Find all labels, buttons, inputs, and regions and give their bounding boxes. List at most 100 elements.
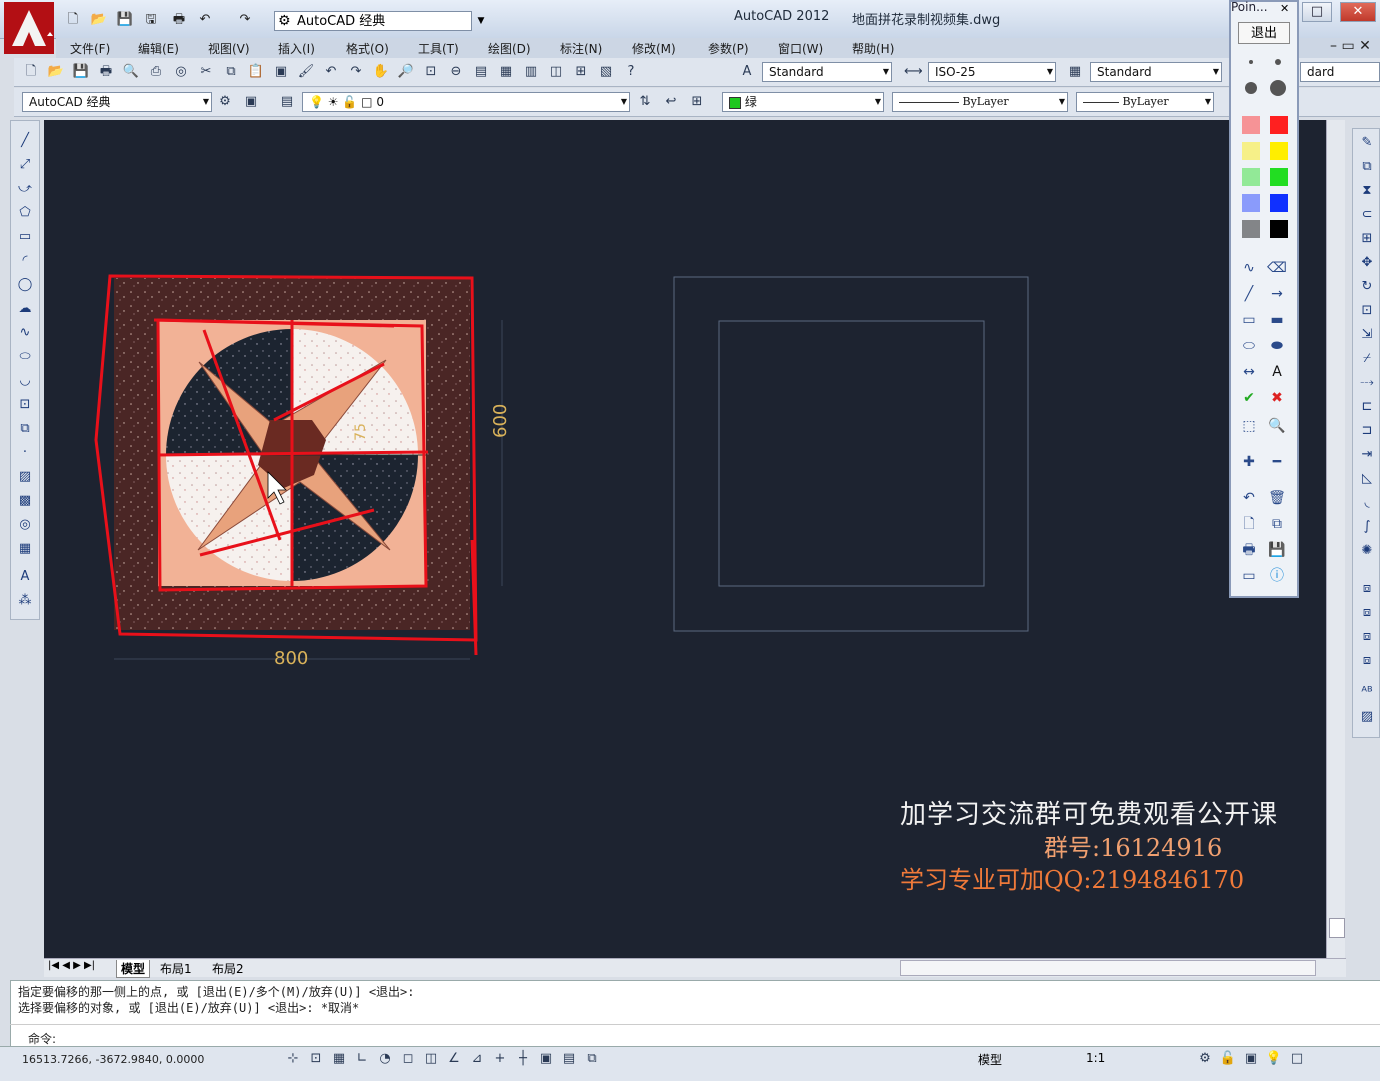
bring-above-icon[interactable]: ⧈ [1357, 627, 1377, 647]
ellipse-icon[interactable]: ⬭ [1238, 336, 1260, 356]
gradient-icon[interactable]: ▩ [15, 491, 35, 511]
text-style-icon[interactable]: A [738, 63, 756, 81]
multiline-text-icon[interactable]: A [15, 567, 35, 587]
solid-color-swatch[interactable] [1270, 168, 1288, 186]
save-icon[interactable]: 💾 [1266, 540, 1288, 560]
isolate-objects-icon[interactable]: 💡 [1265, 1050, 1283, 1068]
filled-rectangle-icon[interactable]: ▬ [1266, 310, 1288, 330]
redo-icon[interactable]: ↷ [236, 12, 254, 28]
stretch-icon[interactable]: ⇲ [1357, 325, 1377, 345]
solid-color-swatch[interactable] [1270, 142, 1288, 160]
make-block-icon[interactable]: ⧉ [15, 419, 35, 439]
app-menu-button[interactable] [4, 2, 54, 54]
region-icon[interactable]: ◎ [15, 515, 35, 535]
hatch-back-icon[interactable]: ▨ [1357, 707, 1377, 727]
tab-model[interactable]: 模型 [116, 960, 151, 978]
solid-color-swatch[interactable] [1270, 194, 1288, 212]
properties-icon[interactable]: ▤ [472, 63, 490, 81]
select-region-icon[interactable]: ⬚ [1238, 416, 1260, 436]
sheet-set-icon[interactable]: ◫ [547, 63, 565, 81]
arc-icon[interactable]: ◜ [15, 251, 35, 271]
dim-style-icon[interactable]: ⟷ [904, 63, 923, 81]
trash-icon[interactable]: 🗑 [1266, 488, 1288, 508]
outer-square[interactable] [673, 276, 1029, 632]
construction-line-icon[interactable]: ⤢ [15, 155, 35, 175]
break-point-icon[interactable]: ⊏ [1357, 397, 1377, 417]
plot-icon[interactable]: 🖶 [97, 63, 115, 81]
revision-cloud-icon[interactable]: ☁ [15, 299, 35, 319]
join-icon[interactable]: ⇥ [1357, 445, 1377, 465]
minus-icon[interactable]: ━ [1266, 452, 1288, 472]
rectangle-icon[interactable]: ▭ [15, 227, 35, 247]
copy-icon[interactable]: ⧉ [222, 63, 240, 81]
infer-constraints-icon[interactable]: ⊹ [284, 1050, 302, 1068]
quick-properties-icon[interactable]: ▤ [560, 1050, 578, 1068]
menu-insert[interactable]: 插入(I) [278, 40, 315, 57]
3d-osnap-icon[interactable]: ◫ [422, 1050, 440, 1068]
tab-layout1[interactable]: 布局1 [160, 960, 192, 977]
zoom-previous-icon[interactable]: ⊖ [447, 63, 465, 81]
circle-icon[interactable]: ◯ [15, 275, 35, 295]
light-color-swatch[interactable] [1242, 142, 1260, 160]
blend-icon[interactable]: ∫ [1357, 517, 1377, 537]
new-file-icon[interactable]: 🗋 [64, 12, 82, 28]
break-icon[interactable]: ⊐ [1357, 421, 1377, 441]
inner-square[interactable] [718, 320, 985, 587]
chamfer-icon[interactable]: ◺ [1357, 469, 1377, 489]
point-icon[interactable]: · [15, 443, 35, 463]
osnap-icon[interactable]: ◻ [399, 1050, 417, 1068]
close-icon[interactable]: ✕ [1280, 2, 1289, 15]
maximize-button[interactable]: □ [1302, 2, 1332, 22]
save-as-icon[interactable]: 🖫 [142, 12, 160, 28]
ducs-icon[interactable]: ⊿ [468, 1050, 486, 1068]
menu-edit[interactable]: 编辑(E) [138, 40, 179, 57]
workspace-combo[interactable]: AutoCAD 经典 [274, 11, 472, 31]
hatch-icon[interactable]: ▨ [15, 467, 35, 487]
undo-icon[interactable]: ↶ [322, 63, 340, 81]
draw-order-back-icon[interactable]: ⧈ [1357, 603, 1377, 623]
line-icon[interactable]: ╱ [1238, 284, 1260, 304]
transparency-icon[interactable]: ▣ [537, 1050, 555, 1068]
tab-nav-arrows[interactable]: |◀ ◀ ▶ ▶| [48, 960, 95, 971]
text-icon[interactable]: A [1266, 362, 1288, 382]
tab-layout2[interactable]: 布局2 [212, 960, 244, 977]
print-icon[interactable]: 🖶 [170, 12, 188, 28]
open-icon[interactable]: 📂 [47, 63, 65, 81]
menu-file[interactable]: 文件(F) [70, 40, 110, 57]
paste-icon[interactable]: 📋 [247, 63, 265, 81]
layer-state-icon[interactable]: ⊞ [688, 93, 706, 111]
insert-block-icon[interactable]: ⊡ [15, 395, 35, 415]
save-icon[interactable]: 💾 [72, 63, 90, 81]
otrack-icon[interactable]: ∠ [445, 1050, 463, 1068]
table-icon[interactable]: ▦ [15, 539, 35, 559]
light-color-swatch[interactable] [1242, 116, 1260, 134]
pan-icon[interactable]: ✋ [372, 63, 390, 81]
copy-icon[interactable]: ⧉ [1266, 514, 1288, 534]
ellipse-arc-icon[interactable]: ◡ [15, 371, 35, 391]
light-color-swatch[interactable] [1242, 194, 1260, 212]
publish-icon[interactable]: ⎙ [147, 63, 165, 81]
annotation-scale[interactable]: 1:1 [1086, 1051, 1105, 1065]
dim-style-combo[interactable]: ISO-25 ▼ [928, 62, 1056, 82]
double-arrow-icon[interactable]: ↔ [1238, 362, 1260, 382]
layer-combo[interactable]: 💡 ☀ 🔓 □ 0 ▼ [302, 92, 630, 112]
ortho-icon[interactable]: ∟ [353, 1050, 371, 1068]
print-icon[interactable]: 🖶 [1238, 540, 1260, 560]
markup-icon[interactable]: ⊞ [572, 63, 590, 81]
paste-block-icon[interactable]: ▣ [272, 63, 290, 81]
menu-dimension[interactable]: 标注(N) [560, 40, 602, 57]
table-style-icon[interactable]: ▦ [1066, 63, 1084, 81]
scroll-thumb[interactable] [1329, 918, 1345, 938]
arrow-icon[interactable]: → [1266, 284, 1288, 304]
design-center-icon[interactable]: ▦ [497, 63, 515, 81]
add-selected-icon[interactable]: ⁂ [15, 591, 35, 611]
selection-cycling-icon[interactable]: ⧉ [583, 1050, 601, 1068]
text-front-icon[interactable]: ᴬᴮ [1357, 683, 1377, 703]
vertical-scrollbar[interactable] [1326, 120, 1345, 958]
workspace-settings-icon[interactable]: ▣ [242, 93, 260, 111]
lineweight-combo[interactable]: ByLayer ▼ [1076, 92, 1214, 112]
info-icon[interactable]: ⓘ [1266, 566, 1288, 586]
redo-icon[interactable]: ↷ [347, 63, 365, 81]
color-palette[interactable] [1238, 112, 1294, 246]
eraser-icon[interactable]: ⌫ [1266, 258, 1288, 278]
